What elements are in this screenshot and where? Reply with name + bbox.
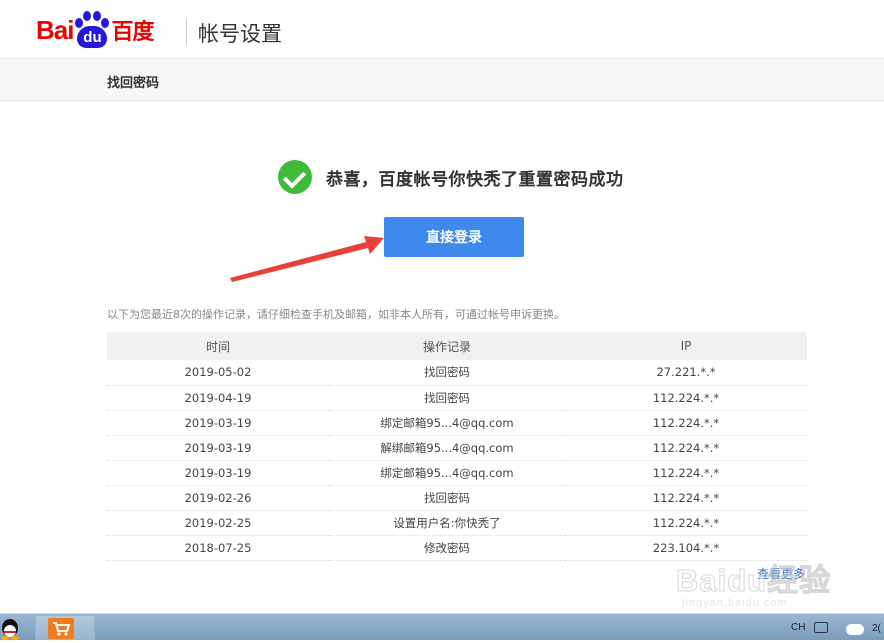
record-time: 2019-03-19 [107,435,329,461]
logo-text-bai: Bai [36,14,74,45]
record-ip: 112.224.*.* [565,460,807,486]
record-time: 2019-04-19 [107,385,329,411]
watermark-url: jingyan.baidu.com [682,597,788,609]
direct-login-button[interactable]: 直接登录 [384,217,524,257]
keyboard-icon[interactable] [814,622,828,633]
windows-taskbar: CH 2( [0,613,884,640]
table-row: 2019-03-19 绑定邮箱95...4@qq.com 112.224.*.* [107,460,807,486]
activity-notice: 以下为您最近8次的操作记录，请仔细检查手机及邮箱，如非本人所有，可通过帐号申诉更… [107,308,565,321]
table-row: 2019-03-19 解绑邮箱95...4@qq.com 112.224.*.* [107,435,807,461]
record-time: 2019-02-25 [107,510,329,536]
record-action: 设置用户名:你快秃了 [329,510,565,536]
header-divider [186,19,187,45]
qq-penguin-icon[interactable] [0,618,20,640]
record-action: 绑定邮箱95...4@qq.com [329,410,565,436]
cloud-icon[interactable] [846,624,864,635]
record-ip: 112.224.*.* [565,435,807,461]
table-row: 2019-03-19 绑定邮箱95...4@qq.com 112.224.*.* [107,410,807,436]
column-header-action: 操作记录 [329,332,565,360]
record-ip: 112.224.*.* [565,410,807,436]
table-row: 2019-05-02 找回密码 27.221.*.* [107,360,807,386]
baidu-logo[interactable]: Bai du 百度 [36,10,154,50]
check-circle-icon [278,160,312,194]
record-action: 找回密码 [329,360,565,386]
table-row: 2019-02-25 设置用户名:你快秃了 112.224.*.* [107,510,807,536]
record-action: 绑定邮箱95...4@qq.com [329,460,565,486]
record-action: 修改密码 [329,535,565,561]
success-message: 恭喜，百度帐号你快秃了重置密码成功 [278,160,624,194]
red-arrow-annotation [230,236,384,282]
record-ip: 112.224.*.* [565,385,807,411]
logo-text-baidu-cn: 百度 [111,20,154,45]
table-header-row: 时间 操作记录 IP [107,332,807,360]
success-text: 恭喜，百度帐号你快秃了重置密码成功 [326,169,624,190]
shopping-cart-icon [48,618,74,639]
page-header: Bai du 百度 帐号设置 [0,0,884,58]
record-action: 解绑邮箱95...4@qq.com [329,435,565,461]
record-action: 找回密码 [329,485,565,511]
record-ip: 112.224.*.* [565,510,807,536]
activity-records-table: 时间 操作记录 IP 2019-05-02 找回密码 27.221.*.* 20… [107,332,807,561]
column-header-ip: IP [565,332,807,360]
taskbar-app-button[interactable] [35,615,95,640]
record-ip: 112.224.*.* [565,485,807,511]
record-time: 2018-07-25 [107,535,329,561]
column-header-time: 时间 [107,332,329,360]
sub-navigation: 找回密码 [0,58,884,101]
system-clock[interactable]: 2( [872,623,881,634]
record-ip: 27.221.*.* [565,360,807,386]
record-time: 2019-02-26 [107,485,329,511]
logo-text-du: du [83,29,102,46]
record-action: 找回密码 [329,385,565,411]
input-language-indicator[interactable]: CH [791,622,805,633]
record-time: 2019-05-02 [107,360,329,386]
record-time: 2019-03-19 [107,460,329,486]
table-row: 2019-02-26 找回密码 112.224.*.* [107,485,807,511]
table-row: 2019-04-19 找回密码 112.224.*.* [107,385,807,411]
baidu-jingyan-watermark: Baidu经验 jingyan.baidu.com [675,545,846,620]
watermark-text: Baidu经验 [675,563,832,599]
subnav-title: 找回密码 [107,76,160,91]
page-title: 帐号设置 [198,22,282,46]
paw-icon: du [74,10,110,50]
record-time: 2019-03-19 [107,410,329,436]
